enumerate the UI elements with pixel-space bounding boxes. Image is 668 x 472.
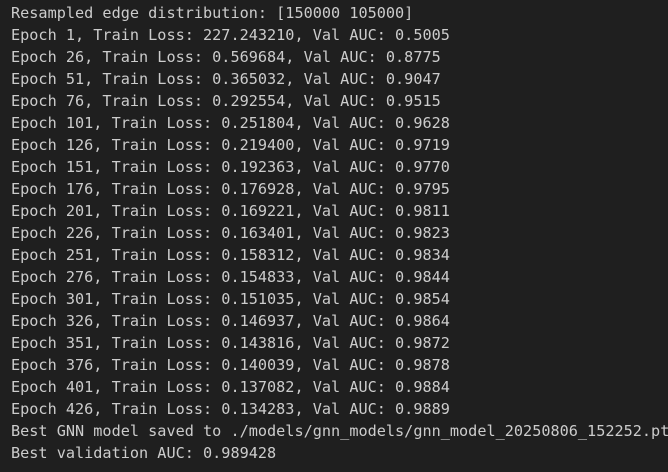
terminal-output: Resampled edge distribution: [150000 105… (0, 0, 668, 472)
output-line-epoch-351: Epoch 351, Train Loss: 0.143816, Val AUC… (11, 334, 450, 352)
output-line-epoch-126: Epoch 126, Train Loss: 0.219400, Val AUC… (11, 136, 450, 154)
output-line-epoch-201: Epoch 201, Train Loss: 0.169221, Val AUC… (11, 202, 450, 220)
output-line-epoch-176: Epoch 176, Train Loss: 0.176928, Val AUC… (11, 180, 450, 198)
output-line-epoch-251: Epoch 251, Train Loss: 0.158312, Val AUC… (11, 246, 450, 264)
output-line-epoch-401: Epoch 401, Train Loss: 0.137082, Val AUC… (11, 378, 450, 396)
output-line-epoch-301: Epoch 301, Train Loss: 0.151035, Val AUC… (11, 290, 450, 308)
output-line-epoch-26: Epoch 26, Train Loss: 0.569684, Val AUC:… (11, 48, 441, 66)
output-line-epoch-226: Epoch 226, Train Loss: 0.163401, Val AUC… (11, 224, 450, 242)
output-line-epoch-376: Epoch 376, Train Loss: 0.140039, Val AUC… (11, 356, 450, 374)
output-line-epoch-1: Epoch 1, Train Loss: 227.243210, Val AUC… (11, 26, 450, 44)
output-line-epoch-76: Epoch 76, Train Loss: 0.292554, Val AUC:… (11, 92, 441, 110)
output-line-epoch-326: Epoch 326, Train Loss: 0.146937, Val AUC… (11, 312, 450, 330)
output-line-epoch-51: Epoch 51, Train Loss: 0.365032, Val AUC:… (11, 70, 441, 88)
output-line-resampled-distribution: Resampled edge distribution: [150000 105… (11, 4, 414, 22)
output-line-epoch-276: Epoch 276, Train Loss: 0.154833, Val AUC… (11, 268, 450, 286)
output-line-epoch-426: Epoch 426, Train Loss: 0.134283, Val AUC… (11, 400, 450, 418)
output-line-epoch-151: Epoch 151, Train Loss: 0.192363, Val AUC… (11, 158, 450, 176)
output-line-model-saved: Best GNN model saved to ./models/gnn_mod… (11, 422, 668, 440)
output-line-epoch-101: Epoch 101, Train Loss: 0.251804, Val AUC… (11, 114, 450, 132)
output-line-best-validation-auc: Best validation AUC: 0.989428 (11, 444, 277, 462)
